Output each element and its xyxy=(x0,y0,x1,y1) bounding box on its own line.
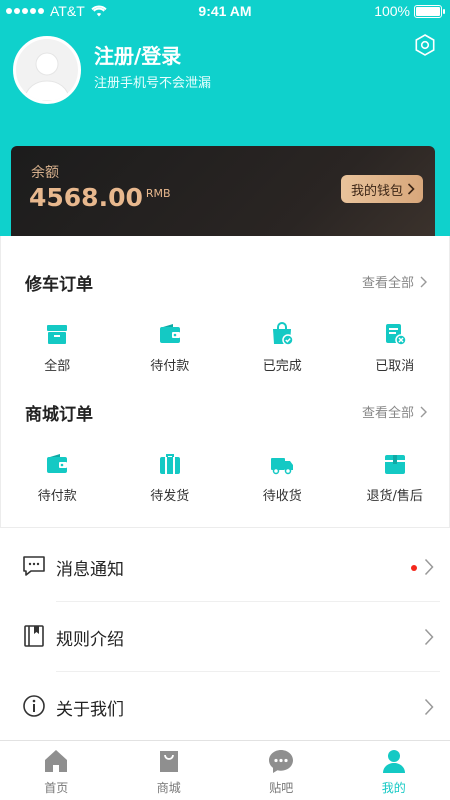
status-bar: AT&T 9:41 AM 100% xyxy=(0,0,450,22)
mall-order-pending-payment[interactable]: 待付款 xyxy=(1,451,114,504)
battery-icon xyxy=(414,4,445,18)
status-right: 100% xyxy=(374,3,445,19)
tab-home-label: 首页 xyxy=(44,781,69,795)
settings-icon[interactable] xyxy=(414,34,436,56)
repair-orders-title: 修车订单 xyxy=(25,275,93,295)
wallet-card: 余额 4568.00 RMB 我的钱包 xyxy=(11,146,435,236)
avatar-placeholder-icon xyxy=(16,39,78,101)
repair-order-completed-label: 已完成 xyxy=(262,359,302,374)
repair-orders-view-all[interactable]: 查看全部 xyxy=(362,272,427,291)
truck-icon xyxy=(271,458,294,475)
tab-home[interactable]: 首页 xyxy=(0,741,113,800)
balance-unit: RMB xyxy=(145,187,171,200)
mall-order-pending-shipment[interactable]: 待发货 xyxy=(114,451,227,504)
chevron-right-icon xyxy=(424,628,434,646)
box-icon xyxy=(47,325,68,344)
repair-order-all-label: 全部 xyxy=(44,359,71,374)
wallet-icon xyxy=(47,454,68,473)
repair-order-pending-payment-label: 待付款 xyxy=(150,359,190,374)
my-wallet-button[interactable]: 我的钱包 xyxy=(340,175,423,203)
user-icon xyxy=(382,750,405,773)
view-all-label: 查看全部 xyxy=(361,406,414,421)
balance-amount: 4568.00 RMB xyxy=(29,183,171,212)
message-icon xyxy=(23,556,45,576)
book-icon xyxy=(24,625,44,647)
chevron-right-icon xyxy=(424,558,434,576)
balance-label: 余额 xyxy=(31,165,59,181)
unread-badge xyxy=(411,565,417,571)
chevron-right-icon xyxy=(424,698,434,716)
tab-forum[interactable]: 贴吧 xyxy=(225,741,338,800)
view-all-label: 查看全部 xyxy=(361,276,414,291)
mall-orders-title: 商城订单 xyxy=(25,405,93,425)
tab-mine[interactable]: 我的 xyxy=(338,741,450,800)
chevron-right-icon xyxy=(420,276,427,287)
menu-item-notifications[interactable]: 消息通知 xyxy=(0,532,450,602)
repair-order-cancelled[interactable]: 已取消 xyxy=(339,321,450,374)
menu-label-rules: 规则介绍 xyxy=(56,630,124,650)
document-cancel-icon xyxy=(385,324,407,346)
tab-mall[interactable]: 商城 xyxy=(113,741,226,800)
balance-value: 4568.00 xyxy=(29,183,143,212)
suitcase-icon xyxy=(159,454,180,474)
login-title[interactable]: 注册/登录 xyxy=(94,40,181,69)
mall-order-after-sales-label: 退货/售后 xyxy=(366,489,423,504)
menu-label-notifications: 消息通知 xyxy=(56,560,124,580)
mall-order-pending-payment-label: 待付款 xyxy=(37,489,77,504)
shopping-bag-check-icon xyxy=(273,322,294,346)
avatar[interactable] xyxy=(13,36,81,104)
chat-bubble-icon xyxy=(269,750,294,773)
mall-order-pending-shipment-label: 待发货 xyxy=(150,489,190,504)
package-return-icon xyxy=(384,455,405,474)
tab-mine-label: 我的 xyxy=(381,781,406,795)
repair-order-completed[interactable]: 已完成 xyxy=(226,321,339,374)
info-icon xyxy=(23,695,45,717)
my-wallet-label: 我的钱包 xyxy=(350,183,403,199)
wallet-icon xyxy=(159,324,180,343)
menu-label-about: 关于我们 xyxy=(56,700,124,720)
menu-item-about[interactable]: 关于我们 xyxy=(0,672,450,742)
chevron-right-icon xyxy=(407,183,415,195)
home-icon xyxy=(45,750,68,772)
tab-bar: 首页 商城 贴吧 我的 xyxy=(0,740,450,800)
menu-item-rules[interactable]: 规则介绍 xyxy=(0,602,450,672)
mall-order-pending-receipt[interactable]: 待收货 xyxy=(226,451,339,504)
tab-mall-label: 商城 xyxy=(156,781,181,795)
mall-orders-row: 待付款 待发货 待收货 退货/售后 xyxy=(1,451,450,504)
repair-orders-row: 全部 待付款 已完成 已取消 xyxy=(1,321,450,374)
mall-order-pending-receipt-label: 待收货 xyxy=(262,489,302,504)
tab-forum-label: 贴吧 xyxy=(269,781,294,795)
mall-order-after-sales[interactable]: 退货/售后 xyxy=(339,451,450,504)
repair-order-cancelled-label: 已取消 xyxy=(375,359,415,374)
battery-percent: 100% xyxy=(374,3,410,19)
shopping-bag-icon xyxy=(159,751,178,772)
repair-order-all[interactable]: 全部 xyxy=(1,321,114,374)
login-subtitle: 注册手机号不会泄漏 xyxy=(94,76,212,91)
mall-orders-view-all[interactable]: 查看全部 xyxy=(362,402,427,421)
chevron-right-icon xyxy=(420,406,427,417)
orders-panel: 修车订单 查看全部 全部 待付款 已完成 已取消 商城订单 查看全部 待付款 待… xyxy=(0,236,450,528)
repair-order-pending-payment[interactable]: 待付款 xyxy=(114,321,227,374)
